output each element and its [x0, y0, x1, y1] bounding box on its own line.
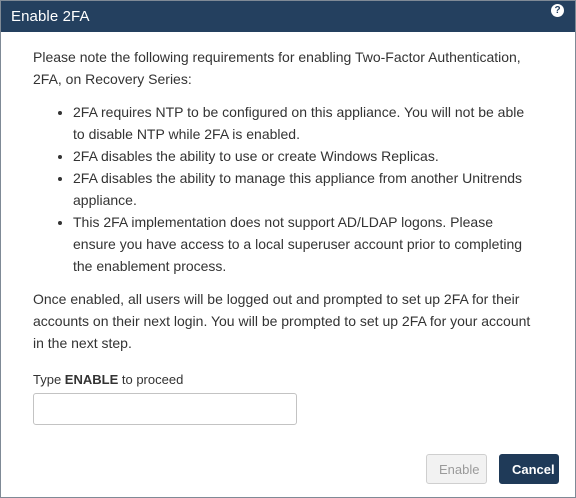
enable-2fa-dialog: Enable 2FA ? Please note the following r… — [0, 0, 576, 498]
requirement-item: 2FA disables the ability to use or creat… — [73, 145, 543, 167]
dialog-body: Please note the following requirements f… — [1, 32, 575, 425]
confirm-enable-input[interactable] — [33, 393, 297, 425]
confirm-label-prefix: Type — [33, 372, 65, 387]
requirements-list: 2FA requires NTP to be configured on thi… — [33, 101, 543, 277]
outro-text: Once enabled, all users will be logged o… — [33, 291, 531, 351]
dialog-footer: Enable Cancel — [426, 454, 559, 484]
cancel-button[interactable]: Cancel — [499, 454, 559, 484]
confirm-keyword: ENABLE — [64, 372, 119, 387]
requirement-item: 2FA disables the ability to manage this … — [73, 167, 543, 211]
help-icon[interactable]: ? — [551, 4, 564, 17]
dialog-titlebar: Enable 2FA ? — [1, 1, 575, 32]
confirm-label-suffix: to proceed — [118, 372, 184, 387]
intro-text: Please note the following requirements f… — [33, 49, 521, 87]
requirement-item: 2FA requires NTP to be configured on thi… — [73, 101, 543, 145]
enable-button[interactable]: Enable — [426, 454, 487, 484]
confirm-label: Type ENABLE to proceed — [33, 371, 543, 389]
requirement-item: This 2FA implementation does not support… — [73, 211, 543, 277]
dialog-title: Enable 2FA — [11, 8, 90, 25]
